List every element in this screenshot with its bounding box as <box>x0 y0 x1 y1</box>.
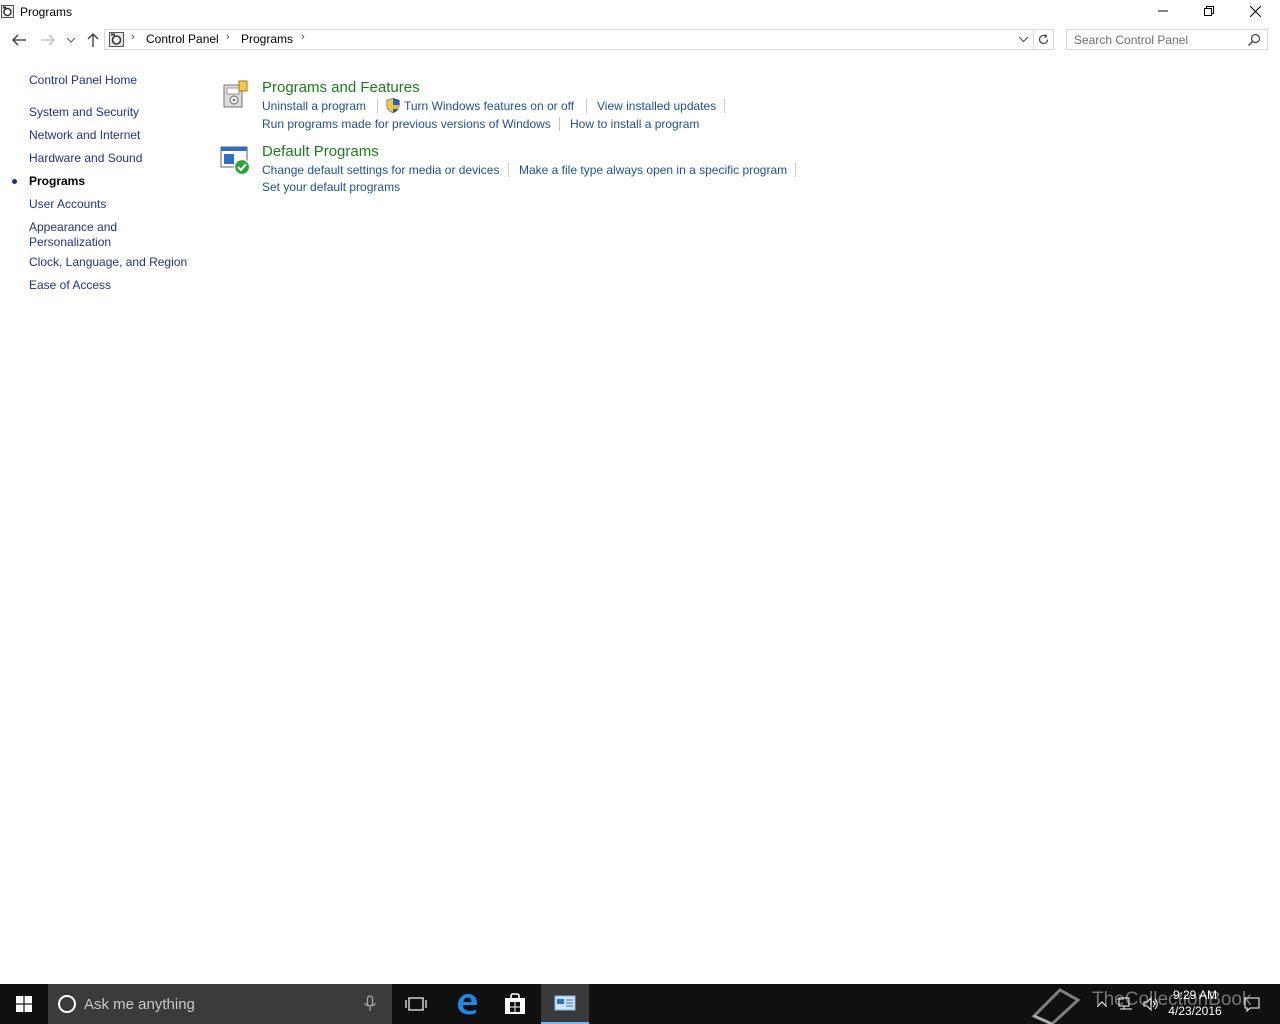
address-dropdown-button[interactable] <box>1014 30 1032 49</box>
task-view-button[interactable] <box>392 984 440 1024</box>
programs-and-features-icon <box>223 80 248 108</box>
link-divider <box>377 99 378 113</box>
breadcrumb-programs[interactable]: Programs <box>241 32 293 46</box>
nav-item-hardware-and-sound[interactable]: Hardware and Sound <box>29 151 199 166</box>
notification-icon <box>1244 997 1260 1012</box>
restore-button[interactable] <box>1186 0 1232 22</box>
restore-icon <box>1204 6 1214 16</box>
search-box[interactable] <box>1066 29 1268 50</box>
control-panel-taskbar-icon <box>554 995 576 1011</box>
link-divider <box>724 99 725 113</box>
change-default-media-settings-link[interactable]: Change default settings for media or dev… <box>262 163 499 177</box>
nav-item-network-and-internet[interactable]: Network and Internet <box>29 128 199 143</box>
window-title: Programs <box>20 5 73 19</box>
address-bar[interactable]: › Control Panel › Programs › <box>104 29 1034 50</box>
cortana-placeholder: Ask me anything <box>84 996 195 1013</box>
control-panel-home-link[interactable]: Control Panel Home <box>29 73 137 87</box>
view-installed-updates-link[interactable]: View installed updates <box>597 99 716 113</box>
search-input[interactable] <box>1067 30 1245 49</box>
back-arrow-icon <box>12 34 26 46</box>
task-view-icon <box>405 997 427 1011</box>
recent-locations-button[interactable] <box>62 30 80 50</box>
close-icon <box>1249 5 1261 17</box>
forward-button[interactable] <box>38 30 58 50</box>
default-programs-title[interactable]: Default Programs <box>262 143 379 160</box>
refresh-button[interactable] <box>1034 29 1054 50</box>
minimize-button[interactable] <box>1140 0 1186 22</box>
link-divider <box>795 163 796 177</box>
book-watermark-icon <box>1031 988 1081 1024</box>
close-button[interactable] <box>1232 0 1278 22</box>
minimize-icon <box>1158 10 1168 12</box>
breadcrumb-separator-icon: › <box>301 31 305 43</box>
shield-icon <box>386 98 400 113</box>
control-panel-icon <box>1 5 14 18</box>
windows-logo-icon <box>16 996 32 1012</box>
link-divider <box>586 99 587 113</box>
taskbar: Ask me anything TheCollectionBook 9:29 A… <box>0 984 1280 1024</box>
programs-and-features-title[interactable]: Programs and Features <box>262 79 420 96</box>
search-icon[interactable] <box>1248 33 1261 46</box>
action-center-button[interactable] <box>1238 984 1266 1024</box>
store-taskbar-button[interactable] <box>491 984 539 1024</box>
up-button[interactable] <box>83 30 103 50</box>
nav-item-system-and-security[interactable]: System and Security <box>29 105 199 120</box>
up-arrow-icon <box>87 33 99 47</box>
cortana-icon <box>58 995 76 1013</box>
how-to-install-link[interactable]: How to install a program <box>570 117 699 131</box>
run-older-programs-link[interactable]: Run programs made for previous versions … <box>262 117 551 131</box>
breadcrumb-control-panel[interactable]: Control Panel <box>146 32 219 46</box>
file-type-association-link[interactable]: Make a file type always open in a specif… <box>519 163 787 177</box>
set-default-programs-link[interactable]: Set your default programs <box>262 180 400 194</box>
nav-item-programs[interactable]: Programs <box>29 174 199 189</box>
microphone-icon[interactable] <box>364 995 376 1013</box>
refresh-icon <box>1038 34 1049 45</box>
nav-item-appearance-and-personalization[interactable]: Appearance and Personalization <box>29 220 129 250</box>
breadcrumb-separator-icon: › <box>226 31 230 43</box>
clock-date: 4/23/2016 <box>1168 1004 1222 1018</box>
network-tray-button[interactable] <box>1114 984 1138 1024</box>
start-button[interactable] <box>0 984 48 1024</box>
uninstall-program-link[interactable]: Uninstall a program <box>262 99 366 113</box>
taskbar-clock[interactable]: 9:29 AM 4/23/2016 <box>1160 987 1230 1019</box>
edge-browser-icon <box>458 994 477 1015</box>
speaker-icon <box>1143 997 1158 1011</box>
control-panel-location-icon <box>109 32 124 47</box>
title-bar: Programs <box>0 0 1280 24</box>
back-button[interactable] <box>9 30 29 50</box>
show-hidden-icons-button[interactable] <box>1092 984 1112 1024</box>
chevron-down-icon <box>67 37 75 43</box>
network-icon <box>1118 997 1132 1010</box>
default-programs-icon <box>220 146 251 175</box>
clock-time: 9:29 AM <box>1172 988 1218 1002</box>
breadcrumb-separator-icon: › <box>131 31 135 43</box>
control-panel-taskbar-button[interactable] <box>541 984 589 1024</box>
store-icon <box>505 993 525 1014</box>
nav-item-clock-language-region[interactable]: Clock, Language, and Region <box>29 255 199 270</box>
chevron-down-icon <box>1018 37 1028 42</box>
chevron-up-icon <box>1097 1001 1107 1007</box>
link-divider <box>559 117 560 131</box>
active-bullet-icon <box>12 179 17 184</box>
cortana-search-box[interactable]: Ask me anything <box>48 984 392 1024</box>
volume-tray-button[interactable] <box>1140 984 1162 1024</box>
forward-arrow-icon <box>41 34 55 46</box>
nav-item-ease-of-access[interactable]: Ease of Access <box>29 278 199 293</box>
turn-windows-features-link[interactable]: Turn Windows features on or off <box>404 99 574 113</box>
control-panel-window: Programs › Control Panel › Programs › Se… <box>0 0 1280 984</box>
link-divider <box>508 163 509 177</box>
nav-item-user-accounts[interactable]: User Accounts <box>29 197 199 212</box>
edge-taskbar-button[interactable] <box>443 984 491 1024</box>
